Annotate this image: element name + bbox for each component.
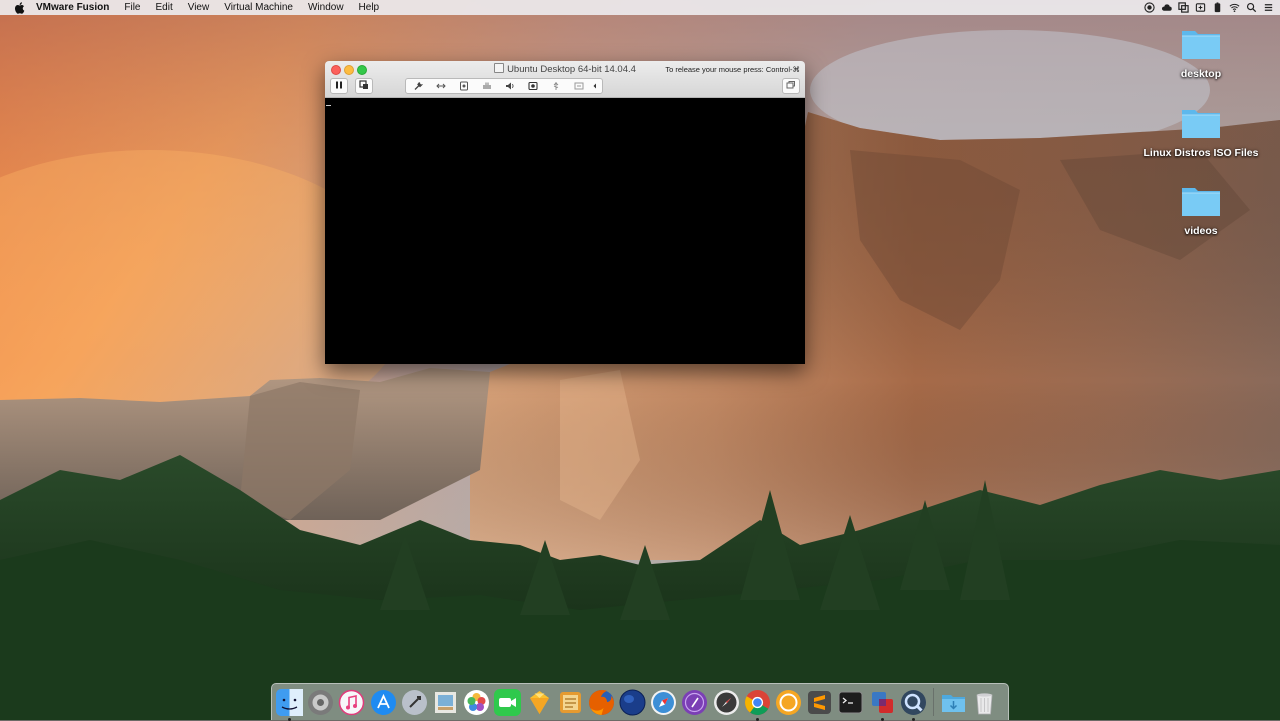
list-icon[interactable] <box>1263 2 1274 13</box>
dock-facetime[interactable] <box>494 688 522 716</box>
dock-preview[interactable] <box>432 689 459 716</box>
usb-icon[interactable] <box>544 79 567 93</box>
dock-ibooks-alt[interactable] <box>775 689 802 716</box>
dock-safari[interactable] <box>650 689 677 716</box>
printer-icon[interactable] <box>475 79 498 93</box>
apple-menu-icon[interactable] <box>12 1 26 14</box>
fullscreen-icon <box>786 77 796 95</box>
running-indicator <box>755 717 759 721</box>
dock-quicktime[interactable] <box>900 689 927 721</box>
battery-icon[interactable] <box>1212 2 1223 13</box>
menu-view[interactable]: View <box>188 2 210 13</box>
desktop-icon-label: videos <box>1184 225 1218 237</box>
vm-window: Ubuntu Desktop 64-bit 14.04.4 To release… <box>325 61 805 364</box>
folder-icon <box>1180 27 1222 61</box>
sync-icon[interactable] <box>1195 2 1206 13</box>
vm-console-screen[interactable] <box>325 98 805 364</box>
vm-titlebar[interactable]: Ubuntu Desktop 64-bit 14.04.4 To release… <box>325 61 805 98</box>
snapshot-icon <box>359 77 369 95</box>
dock-chrome[interactable] <box>744 689 771 721</box>
menu-help[interactable]: Help <box>359 2 380 13</box>
camera-icon[interactable] <box>521 79 544 93</box>
shared-folder-icon[interactable] <box>567 79 590 93</box>
pause-button[interactable] <box>330 78 348 94</box>
wifi-icon[interactable] <box>1229 2 1240 13</box>
status-menu-area <box>1144 0 1274 15</box>
desktop-icon-label: desktop <box>1180 68 1222 80</box>
network-arrows-icon[interactable] <box>429 79 452 93</box>
vm-toolbar-group <box>405 78 603 94</box>
menu-app-name[interactable]: VMware Fusion <box>36 2 109 13</box>
desktop-folder-videos[interactable]: videos <box>1141 184 1261 237</box>
window-title-text: Ubuntu Desktop 64-bit 14.04.4 <box>507 64 636 75</box>
dock-finder[interactable] <box>276 688 303 721</box>
desktop-folder-linux-distros[interactable]: Linux Distros ISO Files <box>1141 106 1261 159</box>
desktop-icon-label: Linux Distros ISO Files <box>1143 147 1259 159</box>
dock-separator <box>932 688 934 716</box>
text-cursor <box>326 105 331 106</box>
dock-browser-globe[interactable] <box>619 689 646 716</box>
dock-system-preferences[interactable] <box>307 689 334 716</box>
menu-edit[interactable]: Edit <box>155 2 172 13</box>
menu-bar: VMware Fusion File Edit View Virtual Mac… <box>0 0 1280 15</box>
fullscreen-button[interactable] <box>782 78 800 94</box>
running-indicator <box>911 717 915 721</box>
dock-terminal[interactable] <box>837 689 864 716</box>
dock-vmware-fusion[interactable] <box>869 689 896 721</box>
menu-virtual-machine[interactable]: Virtual Machine <box>224 2 293 13</box>
folder-icon <box>1180 106 1222 140</box>
dock-sketch[interactable] <box>526 689 553 716</box>
cloud-icon[interactable] <box>1161 2 1172 13</box>
search-icon[interactable] <box>1246 2 1257 13</box>
folder-icon <box>1180 184 1222 218</box>
dock-ibooks[interactable] <box>557 689 584 716</box>
menu-file[interactable]: File <box>124 2 140 13</box>
dock-launchpad[interactable] <box>401 689 428 716</box>
release-mouse-hint: To release your mouse press: Control-⌘ <box>665 65 800 74</box>
vmware-status-icon[interactable] <box>1178 2 1189 13</box>
wrench-icon[interactable] <box>406 79 429 93</box>
dock-app-store[interactable] <box>370 689 397 716</box>
running-indicator <box>288 717 291 721</box>
dock-compass[interactable] <box>713 689 740 716</box>
dock-firefox[interactable] <box>588 689 615 716</box>
dock-itunes[interactable] <box>338 689 365 716</box>
hard-disk-icon[interactable] <box>452 79 475 93</box>
chevron-left-icon[interactable] <box>590 79 600 93</box>
dock-photos[interactable] <box>463 689 490 716</box>
sound-icon[interactable] <box>498 79 521 93</box>
dock-sublime-text[interactable] <box>806 689 833 716</box>
running-indicator <box>880 717 884 721</box>
menu-window[interactable]: Window <box>308 2 344 13</box>
record-icon[interactable] <box>1144 2 1155 13</box>
dock-downloads-folder[interactable] <box>940 689 967 716</box>
desktop-folder-desktop[interactable]: desktop <box>1141 27 1261 80</box>
vm-window-icon <box>494 63 505 73</box>
dock-trash[interactable] <box>971 689 998 716</box>
snapshot-button[interactable] <box>355 78 373 94</box>
dock <box>271 683 1009 721</box>
dock-tor-browser[interactable] <box>681 689 708 716</box>
pause-icon <box>334 77 344 95</box>
